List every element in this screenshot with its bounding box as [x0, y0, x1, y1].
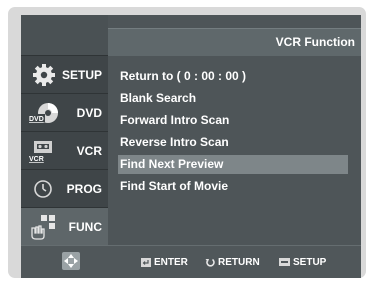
enter-hint: ENTER — [141, 246, 188, 278]
enter-key-icon — [141, 257, 151, 267]
sidebar-item-label: FUNC — [68, 220, 102, 234]
dpad-icon — [62, 252, 80, 270]
return-key-icon — [205, 257, 215, 267]
setup-hint: SETUP — [279, 246, 326, 278]
setup-label: SETUP — [293, 256, 327, 268]
sidebar-item-label: DVD — [76, 106, 102, 120]
sidebar-item-label: VCR — [76, 144, 102, 158]
menu-item-reverse-intro-scan[interactable]: Reverse Intro Scan — [118, 133, 348, 152]
dvd-disc-icon: DVD — [28, 100, 60, 126]
hand-grid-icon — [28, 214, 60, 240]
return-label: RETURN — [218, 256, 260, 268]
sidebar-item-dvd[interactable]: DVD DVD — [21, 93, 108, 131]
sidebar-item-vcr[interactable]: VCR VCR — [21, 131, 108, 169]
sidebar-item-func[interactable]: FUNC — [21, 207, 108, 245]
sidebar: SETUP DVD DVD VCR VCR PROG FUNC — [21, 15, 108, 245]
vcr-cassette-icon: VCR — [28, 138, 60, 164]
menu-item-find-start-of-movie[interactable]: Find Start of Movie — [118, 177, 348, 196]
menu-header: VCR Function — [108, 28, 361, 56]
sidebar-item-label: SETUP — [61, 68, 102, 82]
control-hint-bar: ENTER RETURN SETUP — [21, 245, 361, 278]
osd-screen: SETUP DVD DVD VCR VCR PROG FUNC VCR Func… — [21, 15, 361, 278]
return-hint: RETURN — [205, 246, 260, 278]
sidebar-item-label: PROG — [66, 182, 102, 196]
menu-item-blank-search[interactable]: Blank Search — [118, 89, 348, 108]
svg-text:VCR: VCR — [29, 156, 44, 163]
clock-icon — [28, 176, 60, 202]
menu-item-find-next-preview[interactable]: Find Next Preview — [118, 155, 348, 174]
function-menu: Return to ( 0 : 00 : 00 ) Blank Search F… — [108, 55, 361, 245]
sidebar-top — [21, 15, 108, 55]
menu-item-forward-intro-scan[interactable]: Forward Intro Scan — [118, 111, 348, 130]
menu-item-return-to[interactable]: Return to ( 0 : 00 : 00 ) — [118, 67, 348, 86]
gear-icon — [28, 62, 60, 88]
setup-key-icon — [279, 258, 290, 266]
enter-label: ENTER — [154, 256, 188, 268]
svg-text:DVD: DVD — [29, 116, 44, 123]
sidebar-item-prog[interactable]: PROG — [21, 169, 108, 207]
page-title: VCR Function — [275, 35, 355, 49]
sidebar-item-setup[interactable]: SETUP — [21, 55, 108, 93]
